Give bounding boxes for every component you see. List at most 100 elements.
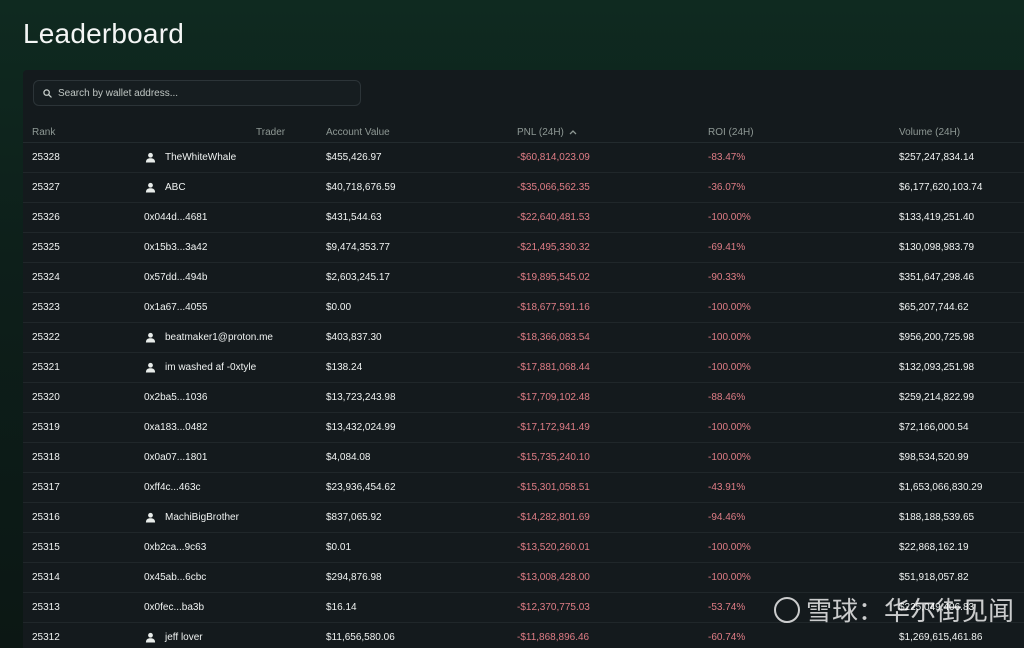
- rank-cell: 25318: [23, 442, 135, 473]
- account-value-cell: $0.00: [326, 292, 517, 323]
- trader-name[interactable]: 0x15b3...3a42: [144, 242, 207, 253]
- volume-cell: $98,534,520.99: [899, 442, 1024, 473]
- table-row[interactable]: 25324 0x57dd...494b $2,603,245.17 -$19,895,…: [23, 262, 1024, 293]
- sort-asc-icon: [569, 129, 577, 135]
- pnl-cell: -$21,495,330.32: [517, 232, 708, 263]
- rank-cell: 25328: [23, 142, 135, 173]
- search-input[interactable]: [58, 81, 360, 105]
- search-box[interactable]: [33, 80, 361, 106]
- column-header-trader[interactable]: Trader: [135, 122, 326, 143]
- trader-cell[interactable]: 0x1a67...4055: [135, 292, 326, 323]
- trader-cell[interactable]: im washed af -0xtyle: [135, 352, 326, 383]
- trader-name[interactable]: 0xb2ca...9c63: [144, 542, 206, 553]
- pnl-cell: -$12,370,775.03: [517, 592, 708, 623]
- volume-cell: $259,214,822.99: [899, 382, 1024, 413]
- account-value-cell: $9,474,353.77: [326, 232, 517, 263]
- trader-name[interactable]: 0x0a07...1801: [144, 452, 207, 463]
- column-header-account-value[interactable]: Account Value: [326, 122, 517, 143]
- roi-cell: -94.46%: [708, 502, 899, 533]
- trader-cell[interactable]: ABC: [135, 172, 326, 203]
- user-icon: [145, 332, 156, 343]
- trader-cell[interactable]: 0xff4c...463c: [135, 472, 326, 503]
- table-row[interactable]: 25326 0x044d...4681 $431,544.63 -$22,640,48…: [23, 202, 1024, 233]
- trader-cell[interactable]: 0xa183...0482: [135, 412, 326, 443]
- table-row[interactable]: 25315 0xb2ca...9c63 $0.01 -$13,520,260.01 -1…: [23, 532, 1024, 563]
- rank-cell: 25315: [23, 532, 135, 563]
- account-value-cell: $23,936,454.62: [326, 472, 517, 503]
- trader-name[interactable]: 0x45ab...6cbc: [144, 572, 206, 583]
- pnl-cell: -$18,366,083.54: [517, 322, 708, 353]
- table-row[interactable]: 25321 im washed af -0xtyle $138.24 -$17,881…: [23, 352, 1024, 383]
- table-row[interactable]: 25325 0x15b3...3a42 $9,474,353.77 -$21,495,…: [23, 232, 1024, 263]
- trader-cell[interactable]: 0x2ba5...1036: [135, 382, 326, 413]
- trader-cell[interactable]: beatmaker1@proton.me: [135, 322, 326, 353]
- pnl-cell: -$19,895,545.02: [517, 262, 708, 293]
- account-value-cell: $4,084.08: [326, 442, 517, 473]
- user-icon: [145, 182, 156, 193]
- user-icon: [145, 512, 156, 523]
- page-title: Leaderboard: [23, 18, 184, 49]
- trader-name[interactable]: 0x1a67...4055: [144, 302, 207, 313]
- rank-cell: 25324: [23, 262, 135, 293]
- table-row[interactable]: 25322 beatmaker1@proton.me $403,837.30 -$18…: [23, 322, 1024, 353]
- table-row[interactable]: 25319 0xa183...0482 $13,432,024.99 -$17,172…: [23, 412, 1024, 443]
- trader-cell[interactable]: 0x0fec...ba3b: [135, 592, 326, 623]
- roi-cell: -88.46%: [708, 382, 899, 413]
- trader-cell[interactable]: jeff lover: [135, 622, 326, 648]
- table-row[interactable]: 25327 ABC $40,718,676.59 -$35,066,562.35 -36…: [23, 172, 1024, 203]
- account-value-cell: $837,065.92: [326, 502, 517, 533]
- rank-cell: 25322: [23, 322, 135, 353]
- table-row[interactable]: 25314 0x45ab...6cbc $294,876.98 -$13,008,42…: [23, 562, 1024, 593]
- trader-cell[interactable]: 0x044d...4681: [135, 202, 326, 233]
- trader-name[interactable]: ABC: [165, 182, 186, 193]
- trader-cell[interactable]: TheWhiteWhale: [135, 142, 326, 173]
- column-header-pnl[interactable]: PNL (24H): [517, 122, 708, 143]
- trader-cell[interactable]: 0xb2ca...9c63: [135, 532, 326, 563]
- pnl-cell: -$60,814,023.09: [517, 142, 708, 173]
- trader-cell[interactable]: 0x0a07...1801: [135, 442, 326, 473]
- trader-name[interactable]: im washed af -0xtyle: [165, 362, 256, 373]
- trader-name[interactable]: 0xa183...0482: [144, 422, 207, 433]
- table-row[interactable]: 25317 0xff4c...463c $23,936,454.62 -$15,301…: [23, 472, 1024, 503]
- table-row[interactable]: 25323 0x1a67...4055 $0.00 -$18,677,591.16 -1…: [23, 292, 1024, 323]
- roi-cell: -100.00%: [708, 292, 899, 323]
- trader-cell[interactable]: 0x15b3...3a42: [135, 232, 326, 263]
- trader-cell[interactable]: MachiBigBrother: [135, 502, 326, 533]
- table-header-row: Rank Trader Account Value PNL (24H) ROI …: [23, 122, 1024, 143]
- trader-name[interactable]: 0x57dd...494b: [144, 272, 207, 283]
- table-row[interactable]: 25320 0x2ba5...1036 $13,723,243.98 -$17,709…: [23, 382, 1024, 413]
- trader-cell[interactable]: 0x57dd...494b: [135, 262, 326, 293]
- trader-name[interactable]: beatmaker1@proton.me: [165, 332, 273, 343]
- roi-cell: -100.00%: [708, 412, 899, 443]
- table-row[interactable]: 25312 jeff lover $11,656,580.06 -$11,868,89…: [23, 622, 1024, 648]
- volume-cell: $72,166,000.54: [899, 412, 1024, 443]
- rank-cell: 25319: [23, 412, 135, 443]
- trader-name[interactable]: 0x0fec...ba3b: [144, 602, 204, 613]
- table-row[interactable]: 25328 TheWhiteWhale $455,426.97 -$60,814,02…: [23, 142, 1024, 173]
- table-row[interactable]: 25318 0x0a07...1801 $4,084.08 -$15,735,240.…: [23, 442, 1024, 473]
- rank-cell: 25321: [23, 352, 135, 383]
- pnl-cell: -$15,301,058.51: [517, 472, 708, 503]
- account-value-cell: $13,432,024.99: [326, 412, 517, 443]
- trader-name[interactable]: TheWhiteWhale: [165, 152, 236, 163]
- user-icon: [145, 632, 156, 643]
- trader-name[interactable]: 0x2ba5...1036: [144, 392, 207, 403]
- table-row[interactable]: 25313 0x0fec...ba3b $16.14 -$12,370,775.03-…: [23, 592, 1024, 623]
- column-header-rank[interactable]: Rank: [23, 122, 135, 143]
- account-value-cell: $11,656,580.06: [326, 622, 517, 648]
- leaderboard-panel: Rank Trader Account Value PNL (24H) ROI …: [23, 70, 1024, 648]
- account-value-cell: $16.14: [326, 592, 517, 623]
- account-value-cell: $40,718,676.59: [326, 172, 517, 203]
- rank-cell: 25327: [23, 172, 135, 203]
- column-header-volume[interactable]: Volume (24H): [899, 122, 1024, 143]
- table-row[interactable]: 25316 MachiBigBrother $837,065.92 -$14,282,…: [23, 502, 1024, 533]
- column-header-roi[interactable]: ROI (24H): [708, 122, 899, 143]
- rank-cell: 25320: [23, 382, 135, 413]
- trader-cell[interactable]: 0x45ab...6cbc: [135, 562, 326, 593]
- roi-cell: -53.74%: [708, 592, 899, 623]
- trader-name[interactable]: jeff lover: [165, 632, 203, 643]
- trader-name[interactable]: MachiBigBrother: [165, 512, 239, 523]
- user-icon: [145, 152, 156, 163]
- trader-name[interactable]: 0x044d...4681: [144, 212, 207, 223]
- trader-name[interactable]: 0xff4c...463c: [144, 482, 201, 493]
